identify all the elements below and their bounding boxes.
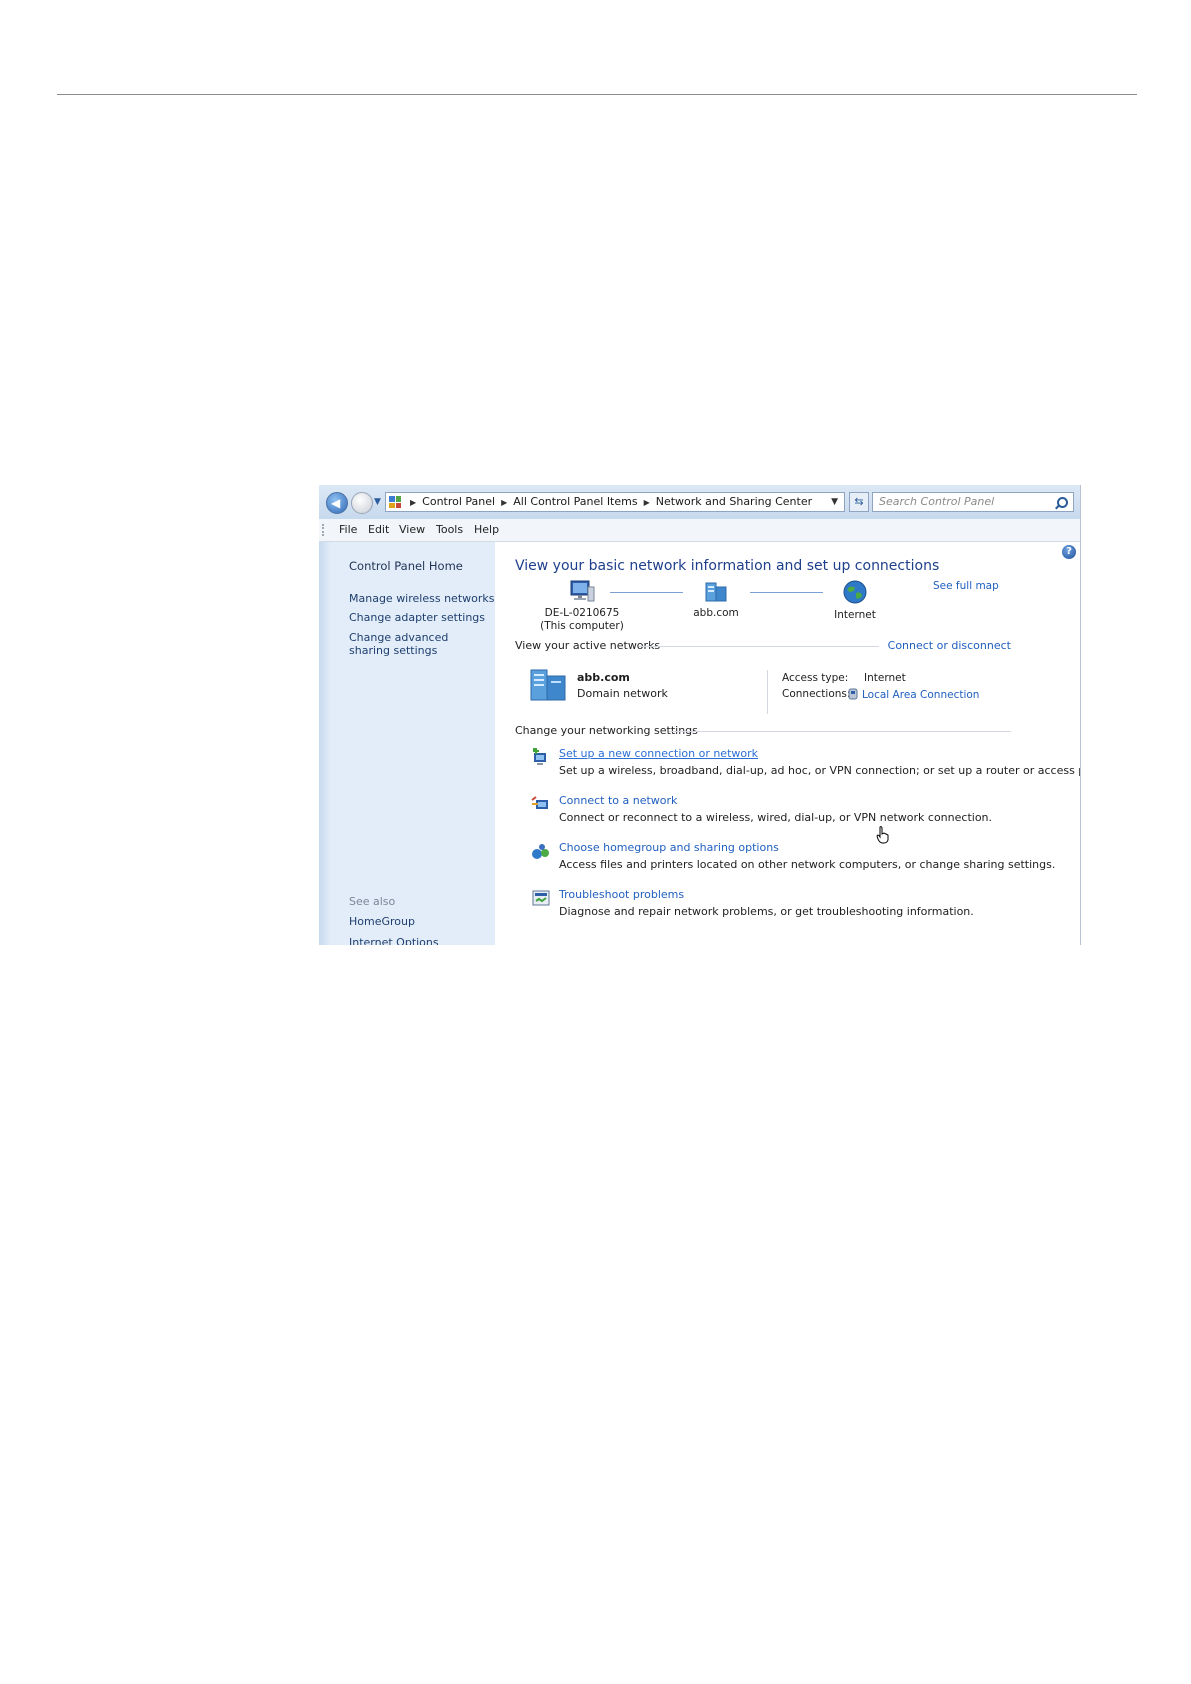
see-also-heading: See also [349, 895, 396, 908]
menu-grip-icon [322, 524, 326, 536]
see-full-map-link[interactable]: See full map [933, 580, 999, 592]
connections-label: Connections: [782, 688, 851, 700]
computer-caption: (This computer) [540, 620, 624, 632]
new-connection-icon[interactable] [531, 747, 551, 767]
ethernet-icon [848, 688, 858, 700]
control-panel-icon [389, 496, 401, 508]
address-field[interactable]: ▶ Control Panel ▶ All Control Panel Items ▶ N… [385, 492, 845, 512]
refresh-button[interactable]: ⇆ [849, 492, 869, 512]
menu-tools[interactable]: Tools [436, 519, 463, 541]
globe-icon [843, 580, 867, 604]
back-arrow-icon: ◀ [331, 496, 341, 510]
breadcrumb-network-sharing[interactable]: Network and Sharing Center [656, 495, 812, 508]
map-node-domain[interactable]: abb.com [681, 579, 751, 620]
computer-icon [570, 580, 595, 602]
local-area-connection-link[interactable]: Local Area Connection [848, 688, 979, 701]
access-type-value: Internet [864, 672, 906, 684]
network-sharing-center-window: ◀ ▼ ▶ Control Panel ▶ All Control Panel Ite… [319, 485, 1081, 945]
troubleshoot-desc: Diagnose and repair network problems, or… [559, 905, 974, 918]
homegroup-sharing-link[interactable]: Choose homegroup and sharing options [559, 841, 779, 854]
map-link-line [610, 592, 683, 593]
map-link-line [750, 592, 823, 593]
map-node-internet[interactable]: Internet [822, 579, 888, 622]
recent-pages-dropdown-icon[interactable]: ▼ [374, 497, 381, 507]
breadcrumb-all-items[interactable]: All Control Panel Items [513, 495, 637, 508]
menu-bar: File Edit View Tools Help [319, 519, 1080, 542]
sidebar-control-panel-home[interactable]: Control Panel Home [349, 560, 463, 573]
sidebar-item-manage-wireless[interactable]: Manage wireless networks [349, 592, 494, 605]
breadcrumb-separator-icon[interactable]: ▶ [501, 498, 507, 507]
connect-to-network-link[interactable]: Connect to a network [559, 794, 677, 807]
homegroup-sharing-desc: Access files and printers located on oth… [559, 858, 1056, 871]
domain-network-icon [530, 669, 566, 701]
map-node-computer[interactable]: DE-L-0210675 (This computer) [539, 579, 625, 633]
forward-button[interactable] [351, 492, 373, 514]
menu-help[interactable]: Help [474, 519, 499, 541]
network-divider [767, 670, 768, 714]
help-icon[interactable]: ? [1062, 545, 1076, 559]
homegroup-icon[interactable] [531, 841, 551, 861]
page-title: View your basic network information and … [515, 558, 940, 574]
connect-to-network-desc: Connect or reconnect to a wireless, wire… [559, 811, 993, 824]
search-icon[interactable] [1057, 497, 1068, 508]
network-name: abb.com [577, 671, 630, 684]
sidebar: Control Panel Home Manage wireless netwo… [319, 542, 495, 945]
active-networks-row: View your active networks Connect or dis… [515, 639, 1011, 653]
breadcrumb-separator-icon: ▶ [410, 498, 417, 507]
setup-new-connection-link[interactable]: Set up a new connection or network [559, 747, 758, 760]
breadcrumb-control-panel[interactable]: Control Panel [422, 495, 495, 508]
menu-view[interactable]: View [399, 519, 425, 541]
internet-label: Internet [834, 609, 876, 621]
troubleshoot-icon[interactable] [531, 888, 551, 908]
sidebar-item-change-adapter[interactable]: Change adapter settings [349, 611, 485, 624]
setup-new-connection-desc: Set up a wireless, broadband, dial-up, a… [559, 764, 1081, 777]
search-placeholder: Search Control Panel [879, 495, 995, 508]
section-divider [669, 731, 1011, 732]
computer-name: DE-L-0210675 [544, 607, 620, 619]
address-dropdown-icon[interactable]: ▼ [831, 493, 838, 511]
access-type-label: Access type: [782, 672, 849, 684]
see-also-internet-options[interactable]: Internet Options [349, 936, 439, 945]
domain-name: abb.com [693, 607, 739, 619]
sidebar-item-advanced-sharing[interactable]: Change advanced sharing settings [349, 631, 479, 657]
section-divider [639, 646, 879, 647]
network-type: Domain network [577, 687, 668, 700]
menu-edit[interactable]: Edit [368, 519, 389, 541]
menu-file[interactable]: File [339, 519, 357, 541]
refresh-icon: ⇆ [854, 495, 864, 508]
breadcrumb-separator-icon[interactable]: ▶ [644, 498, 650, 507]
connections-value[interactable]: Local Area Connection [862, 689, 979, 701]
back-button[interactable]: ◀ [326, 492, 348, 514]
see-also-homegroup[interactable]: HomeGroup [349, 915, 415, 928]
connect-or-disconnect-link[interactable]: Connect or disconnect [887, 639, 1011, 652]
troubleshoot-link[interactable]: Troubleshoot problems [559, 888, 684, 901]
page-header-rule [57, 94, 1137, 95]
connect-network-icon[interactable] [531, 794, 551, 814]
main-content: ? View your basic network information an… [495, 542, 1080, 945]
search-input[interactable]: Search Control Panel [872, 492, 1074, 512]
hand-cursor-icon [876, 826, 889, 844]
address-bar: ◀ ▼ ▶ Control Panel ▶ All Control Panel Ite… [319, 485, 1080, 520]
change-settings-row: Change your networking settings [515, 724, 1011, 738]
domain-network-icon [705, 582, 727, 602]
